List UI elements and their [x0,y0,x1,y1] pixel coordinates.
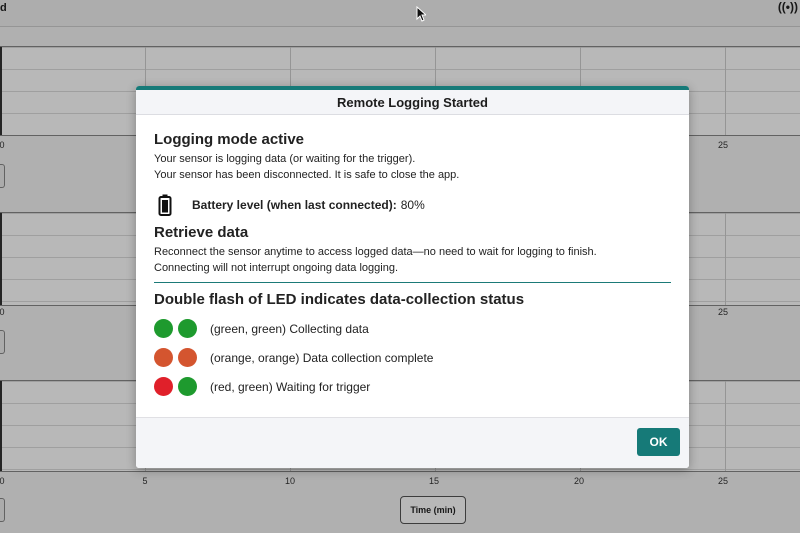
battery-value: 80% [400,198,425,212]
dialog-footer: OK [136,417,689,468]
logging-text-1: Your sensor is logging data (or waiting … [154,153,416,165]
dialog-title: Remote Logging Started [136,90,689,115]
led-status-text: (red, green) Waiting for trigger [210,379,371,394]
led-status-row: (orange, orange) Data collection complet… [154,343,671,372]
dialog-body: Logging mode active Your sensor is loggi… [136,115,689,396]
retrieve-heading: Retrieve data [154,224,249,241]
led-heading: Double flash of LED indicates data-colle… [154,291,525,308]
retrieve-text-1: Reconnect the sensor anytime to access l… [154,246,597,258]
mouse-cursor-icon [416,6,426,22]
battery-icon [158,194,172,216]
led-green-icon [178,377,197,396]
remote-logging-dialog: Remote Logging Started Logging mode acti… [136,86,689,468]
ok-button[interactable]: OK [637,428,680,456]
led-status-row: (green, green) Collecting data [154,314,671,343]
led-status-row: (red, green) Waiting for trigger [154,372,671,401]
led-green-icon [154,319,173,338]
logging-heading: Logging mode active [154,131,305,148]
battery-row: Battery level (when last connected): 80% [158,192,671,218]
led-red-icon [154,377,173,396]
logging-text-2: Your sensor has been disconnected. It is… [154,169,460,181]
led-orange-icon [178,348,197,367]
led-orange-icon [154,348,173,367]
retrieve-text-2: Connecting will not interrupt ongoing da… [154,262,398,274]
led-status-text: (green, green) Collecting data [210,321,369,336]
section-divider [154,282,671,283]
led-status-text: (orange, orange) Data collection complet… [210,350,434,365]
led-green-icon [178,319,197,338]
battery-label: Battery level (when last connected): [192,198,397,212]
